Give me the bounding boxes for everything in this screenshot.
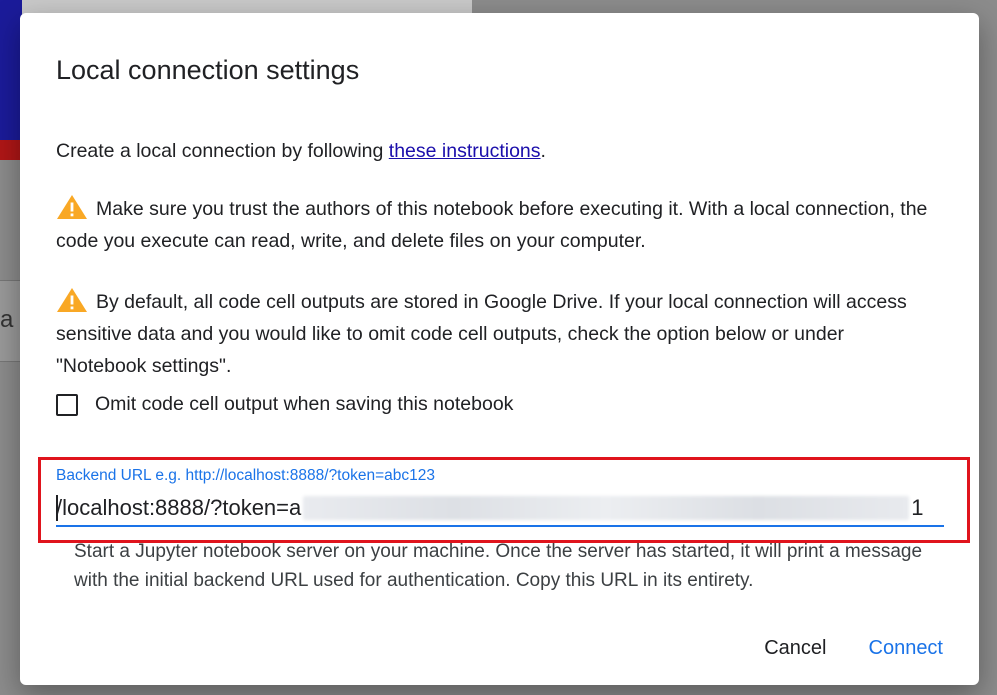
instructions-link[interactable]: these instructions [389, 140, 541, 162]
omit-output-checkbox[interactable] [56, 393, 78, 416]
omit-output-checkbox-row[interactable]: Omit code cell output when saving this n… [56, 393, 513, 416]
backend-url-input[interactable]: /localhost:8888/?token=a 1 [56, 491, 944, 527]
warning-triangle-icon [57, 195, 87, 219]
text-cursor [56, 495, 58, 521]
connect-button[interactable]: Connect [859, 631, 954, 666]
cancel-button[interactable]: Cancel [754, 631, 836, 666]
intro-text: Create a local connection by following t… [56, 135, 936, 167]
background-plot [0, 0, 22, 160]
backend-url-label: Backend URL e.g. http://localhost:8888/?… [56, 467, 436, 484]
warning-triangle-icon [57, 288, 87, 312]
warning-trust: Make sure you trust the authors of this … [56, 193, 936, 257]
redacted-token [303, 496, 910, 520]
dialog-title: Local connection settings [56, 55, 360, 85]
background-plot-band [0, 140, 22, 160]
omit-output-checkbox-label[interactable]: Omit code cell output when saving this n… [95, 393, 513, 416]
intro-prefix: Create a local connection by following [56, 140, 389, 162]
local-connection-dialog: Local connection settings Create a local… [20, 13, 979, 685]
warning-trust-text: Make sure you trust the authors of this … [56, 198, 928, 252]
backend-url-value-end: 1 [911, 495, 924, 520]
background-toolbar [22, 0, 472, 14]
warning-drive-text: By default, all code cell outputs are st… [56, 291, 907, 377]
backend-url-value-start: /localhost:8888/?token=a [56, 495, 302, 520]
background-cell-text: a [0, 306, 14, 333]
warning-drive: By default, all code cell outputs are st… [56, 286, 936, 382]
url-help-text: Start a Jupyter notebook server on your … [74, 541, 923, 591]
backend-url-field[interactable]: Backend URL e.g. http://localhost:8888/?… [56, 465, 944, 527]
intro-suffix: . [540, 140, 546, 162]
dialog-actions: Cancel Connect [754, 631, 953, 666]
